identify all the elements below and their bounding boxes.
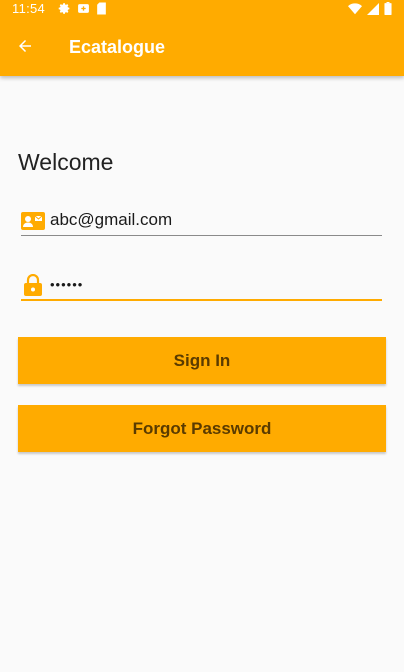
email-input[interactable]: [50, 205, 380, 235]
status-icons-left: [58, 2, 107, 20]
status-time: 11:54: [12, 1, 46, 16]
arrow-back-icon: [16, 37, 34, 60]
contact-card-icon: [21, 209, 45, 233]
cellular-signal-icon: [367, 2, 379, 20]
lock-icon: [21, 273, 45, 297]
password-field[interactable]: [21, 269, 382, 301]
sign-in-button[interactable]: Sign In: [18, 337, 386, 384]
wifi-icon: [348, 2, 362, 20]
sd-card-icon: [96, 2, 107, 20]
welcome-heading: Welcome: [18, 149, 114, 175]
status-bar: 11:54: [0, 0, 404, 19]
back-button[interactable]: [12, 35, 38, 61]
app-bar: 11:54 Ecatalogue: [0, 0, 404, 76]
forgot-password-button[interactable]: Forgot Password: [18, 405, 386, 452]
settings-icon: [58, 2, 71, 20]
status-icons-right: [348, 2, 392, 20]
app-title: Ecatalogue: [69, 37, 166, 57]
password-input[interactable]: [50, 269, 380, 299]
toolbar: Ecatalogue: [0, 19, 404, 76]
email-field[interactable]: [21, 205, 382, 236]
notification-icon: [77, 2, 90, 20]
battery-icon: [384, 2, 392, 20]
